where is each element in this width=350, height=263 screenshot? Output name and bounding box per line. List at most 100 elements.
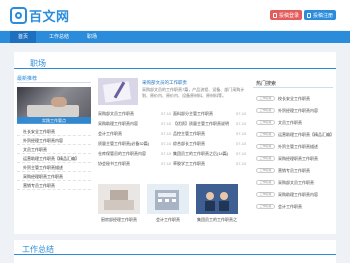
login-label: 投稿登录 [278,12,299,19]
table-row: 采购部文员工作职责 07-10 面料部分主管工作职责 07-10 [98,110,248,118]
hot-search-title: 热门搜索 [256,81,277,87]
article-link[interactable]: 会计工作职责 [98,130,158,138]
hot-search-item[interactable]: 工作职责 采购经理职责工作职责 [256,155,334,163]
article-date: 07-10 [161,131,172,136]
article-link[interactable]: 仓库保管员的工作职责内容 [98,150,158,158]
hot-search-link[interactable]: 采购助理工作职责内容 [278,192,318,197]
hot-search-link[interactable]: 校长安全工作职责 [278,96,310,101]
article-date: 07-10 [236,111,247,116]
article-date: 07-10 [236,161,247,166]
featured-caption[interactable]: 实践工作要点 [17,117,91,124]
hand-shape [51,97,67,107]
hot-search-link[interactable]: 营销专员工作职责 [278,168,310,173]
hot-search-item[interactable]: 工作职责 外贸经理工作职责内容 [256,107,334,115]
category-tag: 工作职责 [256,204,275,210]
nav-item-career[interactable]: 职场 [82,31,102,43]
list-item[interactable]: 采购经理职责工作职责 [17,172,91,181]
article-link[interactable]: 集团员工的工作职责之后(14篇) [173,150,233,158]
article-date: 07-10 [236,141,247,146]
article-link[interactable]: 采购助理工作职责内容 [98,120,158,128]
article-date: 07-10 [236,121,247,126]
top-article-desc: 采购部文员的工作职责7篇，产品流程、设备、部门采购计划、原价内、原价内、设备原材… [142,87,245,98]
desk-shape [27,105,79,117]
article-date: 07-10 [161,141,172,146]
hot-search-link[interactable]: 外贸主管工作职责描述 [278,144,318,149]
hot-search-item[interactable]: 工作职责 营销专员工作职责 [256,167,334,175]
article-link[interactable]: 综合部长工作职责 [173,140,233,148]
list-item[interactable]: 营销专员工作职责 [17,181,91,190]
team-illustration [196,184,238,214]
site-header: 百文网 投稿登录 投稿注册 [0,0,350,30]
subsection-divider [17,82,91,83]
list-item[interactable]: 外贸经理工作职责内容 [17,136,91,145]
hot-search-link[interactable]: 采购经理职责工作职责 [278,156,318,161]
hot-search-item[interactable]: 工作职责 采购助理工作职责内容 [256,191,334,199]
logo-text: 百文网 [29,9,70,24]
hot-search-link[interactable]: 运营助理工作职责【精品汇编】 [278,132,334,137]
table-row: 仓库保管员的工作职责内容 07-10 集团员工的工作职责之后(14篇) 07-10 [98,150,248,158]
category-tag: 工作职责 [256,192,275,198]
thumbnail-image[interactable] [196,184,238,214]
register-label: 投稿注册 [312,12,333,19]
article-date: 07-10 [161,121,172,126]
article-link[interactable]: 协会秘书工作职责 [98,160,158,168]
article-date: 07-10 [161,151,172,156]
list-item[interactable]: 外贸主管工作职责描述 [17,163,91,172]
thumbnail-caption[interactable]: 会计工作职责 [144,217,192,223]
article-link[interactable]: 采购部文员工作职责 [98,110,158,118]
thumbnail-caption[interactable]: 厨房部经理工作职责 [95,217,143,223]
login-button[interactable]: 投稿登录 [270,10,302,20]
category-tag: 工作职责 [256,96,275,102]
category-tag: 工作职责 [256,156,275,162]
article-date: 07-10 [236,151,247,156]
category-tag: 工作职责 [256,180,275,186]
edit-icon [307,12,311,18]
hot-search-divider [253,87,333,88]
hot-search-item[interactable]: 工作职责 外贸主管工作职责描述 [256,143,334,151]
table-row: 协会秘书工作职责 07-10 草胶学工工作职责 07-10 [98,160,248,168]
logo-icon [10,7,27,24]
user-icon [273,12,277,18]
article-date: 07-10 [236,131,247,136]
table-row: 质量主管工作职责(必备32篇) 07-10 综合部长工作职责 07-10 [98,140,248,148]
article-link[interactable]: 品控主管工作职责 [173,130,233,138]
thumbnail-caption[interactable]: 集团员工的工作职责之 [193,217,241,223]
main-nav: 首页 工作总结 职场 [0,31,350,43]
top-article-thumbnail[interactable] [98,78,138,105]
article-link[interactable]: 面料部分主管工作职责 [173,110,233,118]
nav-item-summary[interactable]: 工作总结 [46,31,72,43]
article-date: 07-10 [161,111,172,116]
list-item[interactable]: 运营助理工作职责【精品汇编】 [17,154,91,163]
thumbnail-image[interactable] [98,184,140,214]
category-tag: 工作职责 [256,120,275,126]
category-tag: 工作职责 [256,132,275,138]
list-item[interactable]: 文员工作职责 [17,145,91,154]
table-row: 采购助理工作职责内容 07-10 【优质】质量主管工作职责说明 07-10 [98,120,248,128]
hot-search-item[interactable]: 工作职责 采购部文员工作职责 [256,179,334,187]
hot-search-link[interactable]: 外贸经理工作职责内容 [278,108,318,113]
nav-item-home[interactable]: 首页 [10,31,36,43]
thumbnail-image[interactable] [147,184,189,214]
category-tag: 工作职责 [256,108,275,114]
hot-search-link[interactable]: 采购部文员工作职责 [278,180,314,185]
hot-search-link[interactable]: 文员工作职责 [278,120,302,125]
register-button[interactable]: 投稿注册 [304,10,336,20]
category-tag: 工作职责 [256,168,275,174]
category-tag: 工作职责 [256,144,275,150]
article-date: 07-10 [161,161,172,166]
hot-search-link[interactable]: 会计工作职责 [278,204,302,209]
section-divider [14,68,336,69]
hot-search-item[interactable]: 工作职责 校长安全工作职责 [256,95,334,103]
article-link[interactable]: 草胶学工工作职责 [173,160,233,168]
hot-search-item[interactable]: 工作职责 运营助理工作职责【精品汇编】 [256,131,334,139]
left-article-list: 社长安全工作职责 外贸经理工作职责内容 文员工作职责 运营助理工作职责【精品汇编… [17,127,91,190]
article-link[interactable]: 【优质】质量主管工作职责说明 [173,120,233,128]
summary-panel [14,240,336,263]
site-logo[interactable]: 百文网 [10,6,70,25]
hot-search-item[interactable]: 工作职责 会计工作职责 [256,203,334,211]
article-link[interactable]: 质量主管工作职责(必备32篇) [98,140,158,148]
subsection-title: 最新推荐 [17,76,38,82]
hot-search-item[interactable]: 工作职责 文员工作职责 [256,119,334,127]
top-article-title[interactable]: 采购部文员的工作职责 [142,80,187,86]
list-item[interactable]: 社长安全工作职责 [17,127,91,136]
